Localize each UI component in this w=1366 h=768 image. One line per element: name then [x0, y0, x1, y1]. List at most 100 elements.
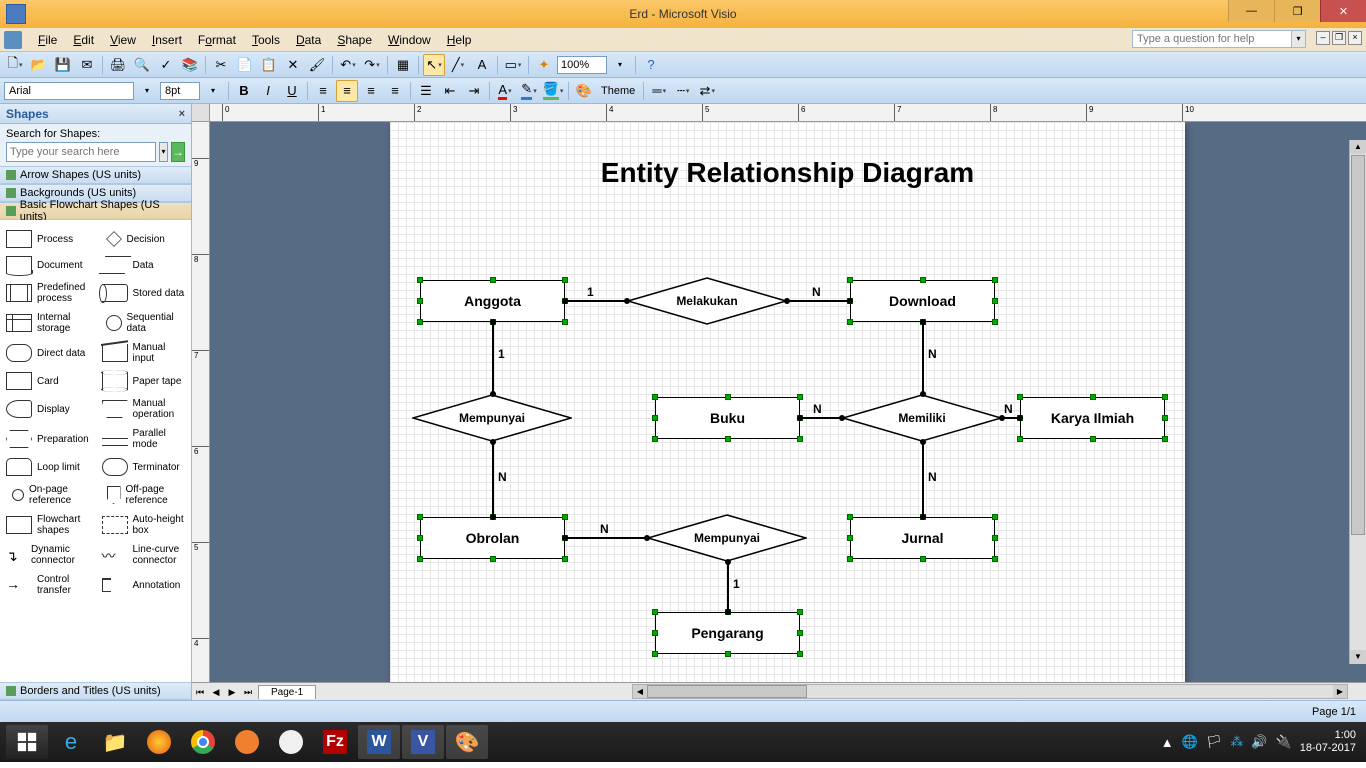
entity-pengarang[interactable]: Pengarang [655, 612, 800, 654]
text-tool-button[interactable]: A [471, 54, 493, 76]
save-button[interactable]: 💾 [52, 54, 74, 76]
undo-button[interactable]: ↶ [337, 54, 359, 76]
zoom-combo[interactable]: 100% [557, 56, 607, 74]
shape-line-curve-connector[interactable]: Line-curve connector [96, 540, 192, 570]
doc-restore-button[interactable]: ❐ [1332, 31, 1346, 45]
spelling-button[interactable]: ✓ [155, 54, 177, 76]
pointer-tool-button[interactable]: ↖ [423, 54, 445, 76]
entity-obrolan[interactable]: Obrolan [420, 517, 565, 559]
shape-manual-input[interactable]: Manual input [96, 338, 192, 368]
horizontal-scrollbar[interactable]: ◀▶ [632, 684, 1348, 699]
taskbar-visio[interactable]: V [402, 725, 444, 759]
tab-nav-next[interactable]: ▶ [224, 684, 240, 700]
vertical-scrollbar[interactable]: ▲▼ [1349, 140, 1366, 664]
tray-bluetooth-icon[interactable]: ⁂ [1230, 734, 1243, 750]
shape-auto-height-box[interactable]: Auto-height box [96, 510, 192, 540]
shape-loop-limit[interactable]: Loop limit [0, 454, 96, 480]
shape-process[interactable]: Process [0, 226, 96, 252]
connector-tool-button[interactable]: ╱ [447, 54, 469, 76]
theme-label[interactable]: Theme [601, 85, 635, 97]
shape-sequential-data[interactable]: Sequential data [96, 308, 192, 338]
tab-nav-last[interactable]: ⏭ [240, 684, 256, 700]
menu-file[interactable]: File [30, 30, 65, 50]
align-justify-button[interactable]: ≡ [384, 80, 406, 102]
shape-data[interactable]: Data [96, 252, 192, 278]
shape-stored-data[interactable]: Stored data [96, 278, 192, 308]
shape-flowchart-shapes[interactable]: Flowchart shapes [0, 510, 96, 540]
shape-terminator[interactable]: Terminator [96, 454, 192, 480]
drawing-page[interactable]: Entity Relationship Diagram Anggota Down… [390, 122, 1185, 682]
menu-tools[interactable]: Tools [244, 30, 288, 50]
menu-insert[interactable]: Insert [144, 30, 190, 50]
shape-control-transfer[interactable]: Control transfer [0, 570, 96, 600]
tab-nav-first[interactable]: ⏮ [192, 684, 208, 700]
minimize-button[interactable]: — [1228, 0, 1274, 22]
increase-indent-button[interactable]: ⇥ [463, 80, 485, 102]
connection-point-button[interactable]: ✦ [533, 54, 555, 76]
shape-dynamic-connector[interactable]: Dynamic connector [0, 540, 96, 570]
shapes-search-go-button[interactable]: → [171, 142, 185, 162]
shape-direct-data[interactable]: Direct data [0, 338, 96, 368]
bold-button[interactable]: B [233, 80, 255, 102]
shape-display[interactable]: Display [0, 394, 96, 424]
paste-button[interactable]: 📋 [258, 54, 280, 76]
stencil-basic-flowchart[interactable]: Basic Flowchart Shapes (US units) [0, 202, 191, 220]
align-left-button[interactable]: ≡ [312, 80, 334, 102]
theme-icon[interactable]: 🎨 [573, 80, 595, 102]
tray-volume-icon[interactable]: 🔊 [1251, 734, 1267, 750]
menu-data[interactable]: Data [288, 30, 329, 50]
relation-mempunyai-2[interactable]: Mempunyai [647, 514, 807, 562]
entity-jurnal[interactable]: Jurnal [850, 517, 995, 559]
close-button[interactable]: ✕ [1320, 0, 1366, 22]
relation-mempunyai-1[interactable]: Mempunyai [412, 394, 572, 442]
fill-color-button[interactable]: 🪣 [542, 80, 564, 102]
line-weight-button[interactable]: ═ [648, 80, 670, 102]
shape-off-page-reference[interactable]: Off-page reference [96, 480, 192, 510]
doc-minimize-button[interactable]: – [1316, 31, 1330, 45]
visio-icon[interactable] [4, 31, 22, 49]
bullets-button[interactable]: ☰ [415, 80, 437, 102]
taskbar-word[interactable]: W [358, 725, 400, 759]
doc-close-button[interactable]: × [1348, 31, 1362, 45]
entity-anggota[interactable]: Anggota [420, 280, 565, 322]
shapes-search-dropdown[interactable]: ▾ [159, 142, 168, 162]
entity-buku[interactable]: Buku [655, 397, 800, 439]
shapes-pane-close-button[interactable]: × [179, 108, 185, 120]
new-button[interactable]: 🗋 [4, 54, 26, 76]
research-button[interactable]: 📚 [179, 54, 201, 76]
font-color-button[interactable]: A [494, 80, 516, 102]
maximize-button[interactable]: ❐ [1274, 0, 1320, 22]
font-name-dropdown[interactable]: ▾ [136, 80, 158, 102]
shape-predefined-process[interactable]: Predefined process [0, 278, 96, 308]
taskbar-explorer[interactable]: 📁 [94, 725, 136, 759]
shapes-window-button[interactable]: ▦ [392, 54, 414, 76]
line-color-button[interactable]: ✎ [518, 80, 540, 102]
relation-memiliki[interactable]: Memiliki [842, 394, 1002, 442]
tab-nav-prev[interactable]: ◀ [208, 684, 224, 700]
shape-decision[interactable]: Decision [96, 226, 192, 252]
email-button[interactable]: ✉ [76, 54, 98, 76]
relation-melakukan[interactable]: Melakukan [627, 277, 787, 325]
tray-network-icon[interactable]: 🌐 [1182, 734, 1198, 750]
menu-shape[interactable]: Shape [329, 30, 380, 50]
tray-clock[interactable]: 1:00 18-07-2017 [1300, 729, 1362, 755]
tray-battery-icon[interactable]: 🔌 [1276, 734, 1292, 750]
help-button[interactable]: ? [640, 54, 662, 76]
print-button[interactable]: 🖨 [107, 54, 129, 76]
taskbar-firefox[interactable] [138, 725, 180, 759]
taskbar-app-1[interactable] [226, 725, 268, 759]
menu-edit[interactable]: Edit [65, 30, 102, 50]
print-preview-button[interactable]: 🔍 [131, 54, 153, 76]
shape-document[interactable]: Document [0, 252, 96, 278]
diagram-title[interactable]: Entity Relationship Diagram [390, 157, 1185, 189]
help-search-input[interactable] [1132, 30, 1292, 48]
page-tab[interactable]: Page-1 [258, 685, 316, 699]
font-size-dropdown[interactable]: ▾ [202, 80, 224, 102]
taskbar-app-2[interactable] [270, 725, 312, 759]
drawing-canvas[interactable]: Entity Relationship Diagram Anggota Down… [210, 122, 1366, 682]
shape-on-page-reference[interactable]: On-page reference [0, 480, 96, 510]
open-button[interactable]: 📂 [28, 54, 50, 76]
shape-card[interactable]: Card [0, 368, 96, 394]
entity-karya-ilmiah[interactable]: Karya Ilmiah [1020, 397, 1165, 439]
zoom-dropdown[interactable]: ▾ [609, 54, 631, 76]
